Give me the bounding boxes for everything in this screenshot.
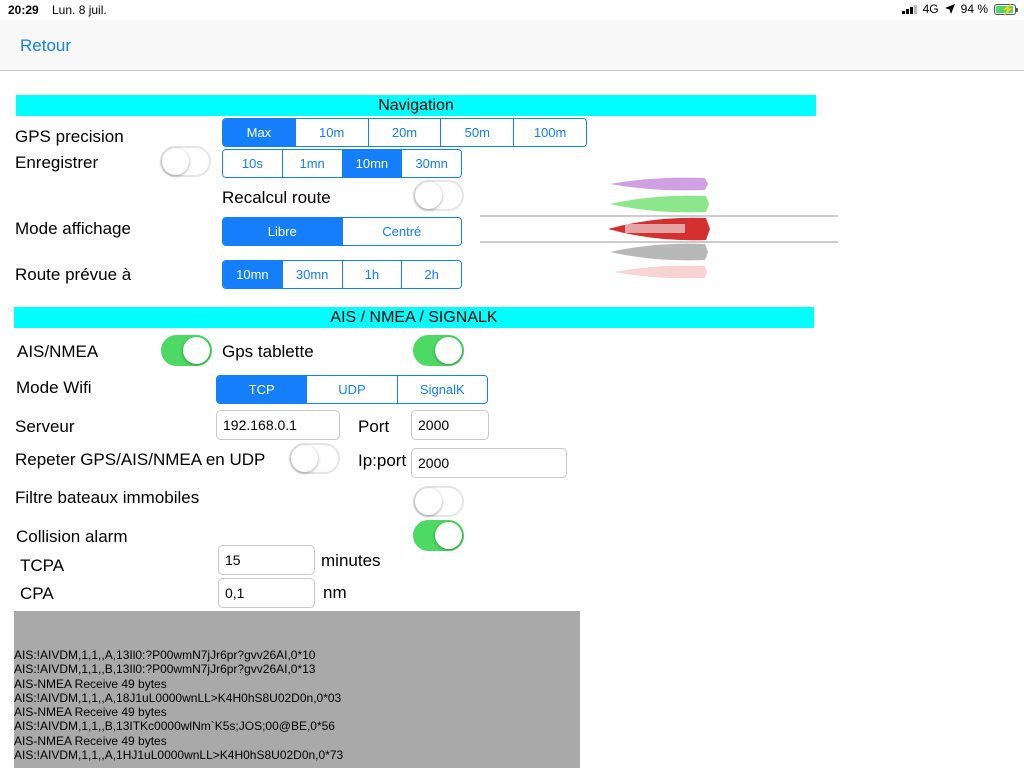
log-line: AIS:!AIVDM,1,1,,A,1HJ1uL0000wnLL>K4H0hS8… bbox=[14, 748, 344, 763]
filtre-bateaux-toggle[interactable] bbox=[413, 486, 464, 517]
boat-green-icon bbox=[610, 195, 709, 213]
collision-alarm-toggle[interactable] bbox=[413, 520, 464, 551]
cpa-input[interactable]: 0,1 bbox=[218, 578, 315, 608]
gps-tablette-toggle[interactable] bbox=[413, 335, 464, 366]
enregistrer-interval-option[interactable]: 10s bbox=[223, 150, 282, 177]
log-line: AIS:!AIVDM,1,1,,B,13Il0:?P00wmN7jJr6pr?g… bbox=[14, 662, 316, 677]
boat-purple-icon bbox=[610, 177, 708, 191]
toggle-knob bbox=[415, 488, 442, 515]
enregistrer-toggle[interactable] bbox=[160, 146, 211, 177]
log-line: AIS:!AIVDM,1,1,,A,18J1uL0000wnLL>K4H0hS8… bbox=[14, 690, 342, 705]
boat-red-deck bbox=[625, 224, 685, 233]
enregistrer-interval-option[interactable]: 1mn bbox=[281, 150, 342, 177]
serveur-label: Serveur bbox=[15, 417, 75, 436]
log-line: AIS-NMEA Receive 49 bytes bbox=[14, 676, 167, 691]
tcpa-unit: minutes bbox=[321, 551, 381, 570]
log-line: AIS:!AIVDM,1,1,,A,13Il0:?P00wmN7jJr6pr?g… bbox=[14, 648, 316, 662]
mode-wifi-option[interactable]: SignalK bbox=[396, 376, 487, 403]
status-time: 20:29 bbox=[8, 3, 39, 17]
gps-precision-option[interactable]: 20m bbox=[367, 119, 441, 146]
nmea-log-console[interactable]: AIS:!AIVDM,1,1,,A,13Il0:?P00wmN7jJr6pr?g… bbox=[14, 611, 580, 768]
tcpa-input[interactable]: 15 bbox=[218, 545, 315, 575]
boat-gray-icon bbox=[610, 243, 708, 261]
route-prevue-option[interactable]: 2h bbox=[401, 261, 461, 288]
boat-preview-image bbox=[480, 177, 838, 279]
mode-affichage-segmented: Libre Centré bbox=[222, 217, 462, 246]
enregistrer-label: Enregistrer bbox=[15, 153, 99, 172]
gps-precision-option[interactable]: 10m bbox=[294, 119, 368, 146]
enregistrer-interval-segmented: 10s 1mn 10mn 30mn bbox=[222, 149, 462, 178]
gps-tablette-label: Gps tablette bbox=[222, 342, 314, 361]
serveur-input[interactable]: 192.168.0.1 bbox=[216, 410, 340, 440]
route-prevue-segmented: 10mn 30mn 1h 2h bbox=[222, 260, 462, 289]
mode-affichage-label: Mode affichage bbox=[15, 219, 131, 238]
collision-alarm-label: Collision alarm bbox=[16, 527, 128, 546]
ais-nmea-toggle[interactable] bbox=[161, 335, 212, 366]
mode-affichage-option[interactable]: Libre bbox=[223, 218, 342, 245]
cpa-label: CPA bbox=[20, 584, 54, 603]
battery-percent: 94 % bbox=[960, 2, 988, 16]
toggle-knob bbox=[162, 148, 189, 175]
toggle-knob bbox=[415, 182, 442, 209]
tcpa-label: TCPA bbox=[20, 556, 65, 575]
battery-charging-icon: ⚡ bbox=[994, 3, 1018, 16]
gps-precision-label: GPS precision bbox=[15, 127, 124, 146]
status-right: 4G 94 % ⚡ bbox=[901, 2, 1018, 16]
mode-wifi-label: Mode Wifi bbox=[16, 378, 92, 397]
recalcul-route-label: Recalcul route bbox=[222, 188, 331, 207]
enregistrer-interval-option[interactable]: 30mn bbox=[401, 150, 461, 177]
back-button[interactable]: Retour bbox=[20, 36, 71, 56]
log-line: AIS-NMEA Receive 49 bytes bbox=[14, 733, 167, 748]
route-prevue-option[interactable]: 1h bbox=[341, 261, 402, 288]
ais-nmea-label: AIS/NMEA bbox=[17, 342, 99, 361]
signal-bars-icon bbox=[901, 4, 917, 14]
log-line: AIS-NMEA Receive 49 bytes bbox=[14, 705, 167, 720]
filtre-bateaux-label: Filtre bateaux immobiles bbox=[15, 488, 200, 507]
status-date: Lun. 8 juil. bbox=[52, 3, 107, 17]
route-prevue-option[interactable]: 10mn bbox=[223, 261, 282, 288]
ip-port-input[interactable]: 2000 bbox=[411, 448, 567, 478]
repeter-udp-toggle[interactable] bbox=[289, 443, 340, 474]
enregistrer-interval-option[interactable]: 10mn bbox=[341, 150, 402, 177]
mode-wifi-segmented: TCP UDP SignalK bbox=[216, 375, 488, 404]
gps-precision-segmented: Max 10m 20m 50m 100m bbox=[222, 118, 587, 147]
cpa-unit: nm bbox=[323, 583, 347, 602]
mode-affichage-option[interactable]: Centré bbox=[341, 218, 461, 245]
log-line: AIS:!AIVDM,1,1,,B,13ITKc0000wlNm`K5s;JOS… bbox=[14, 719, 335, 734]
boat-faded-icon bbox=[615, 265, 707, 279]
status-bar: 20:29 Lun. 8 juil. 4G 94 % ⚡ bbox=[0, 0, 1024, 20]
toggle-knob bbox=[435, 337, 462, 364]
port-label: Port bbox=[358, 417, 390, 436]
toggle-knob bbox=[435, 522, 462, 549]
mode-wifi-option[interactable]: UDP bbox=[306, 376, 397, 403]
gps-precision-option[interactable]: 100m bbox=[513, 119, 586, 146]
recalcul-route-toggle[interactable] bbox=[413, 180, 464, 211]
toggle-knob bbox=[291, 445, 318, 472]
gps-precision-option[interactable]: Max bbox=[223, 119, 295, 146]
ais-section-header: AIS / NMEA / SIGNALK bbox=[14, 307, 814, 328]
port-input[interactable]: 2000 bbox=[411, 410, 489, 440]
route-prevue-option[interactable]: 30mn bbox=[281, 261, 342, 288]
mode-wifi-option[interactable]: TCP bbox=[217, 376, 307, 403]
navigation-bar: Retour bbox=[0, 20, 1024, 71]
network-type: 4G bbox=[922, 2, 939, 16]
repeter-udp-label: Repeter GPS/AIS/NMEA en UDP bbox=[15, 450, 266, 469]
toggle-knob bbox=[183, 337, 210, 364]
gps-precision-option[interactable]: 50m bbox=[440, 119, 514, 146]
navigation-section-header: Navigation bbox=[16, 95, 816, 116]
location-arrow-icon bbox=[944, 4, 955, 14]
route-prevue-label: Route prévue à bbox=[15, 265, 132, 284]
ip-port-label: Ip:port bbox=[358, 451, 407, 470]
